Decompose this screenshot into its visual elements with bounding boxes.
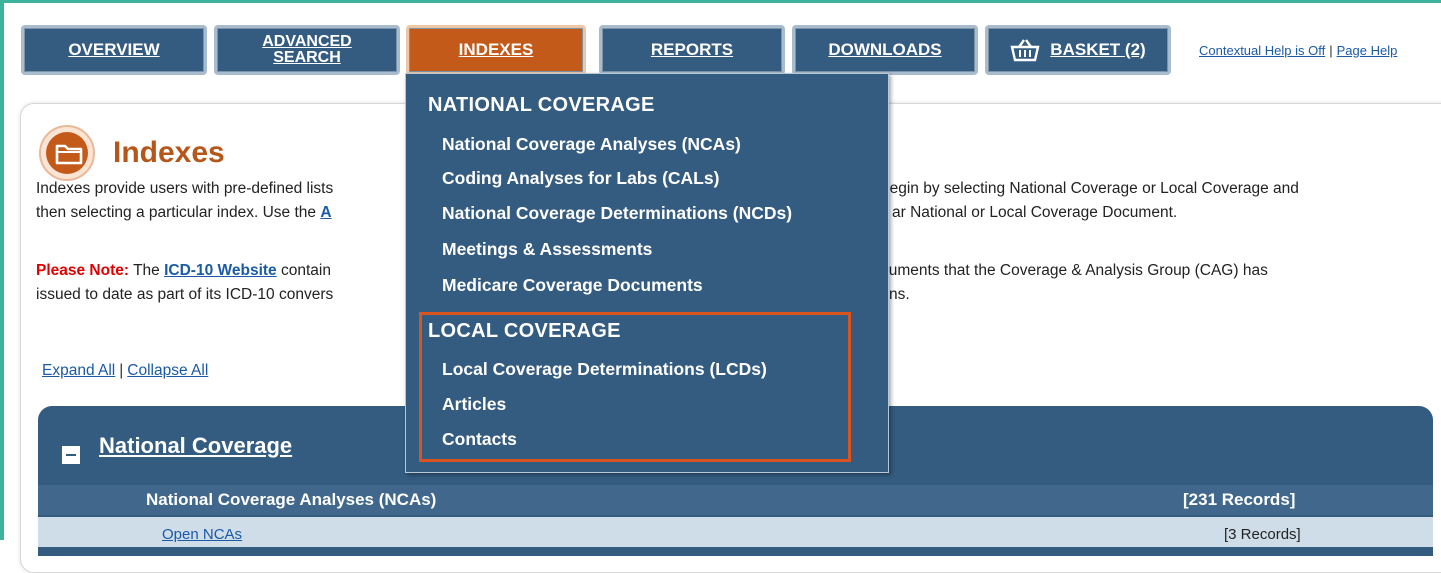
menu-item-meetings[interactable]: Meetings & Assessments <box>442 239 652 260</box>
ncas-header: National Coverage Analyses (NCAs) <box>146 490 437 509</box>
national-coverage-title[interactable]: National Coverage <box>99 433 292 459</box>
note-line-1b: cuments that the Coverage & Analysis Gro… <box>881 262 1268 279</box>
ncas-record-count: [231 Records] <box>1183 490 1296 509</box>
page-help-link[interactable]: Page Help <box>1337 43 1398 58</box>
tab-advanced-search-line2: SEARCH <box>273 49 341 66</box>
expand-separator: | <box>119 362 124 379</box>
tab-basket-label: BASKET (2) <box>1050 40 1146 59</box>
table-header-row: National Coverage Analyses (NCAs) [231 R… <box>38 485 1433 515</box>
icd10-website-link[interactable]: ICD-10 Website <box>164 262 277 279</box>
menu-item-cals[interactable]: Coding Analyses for Labs (CALs) <box>442 168 719 189</box>
note-label: Please Note: <box>36 262 130 279</box>
folder-icon <box>39 125 95 181</box>
expand-all-link[interactable]: Expand All <box>42 362 115 379</box>
note-line-2b: ns. <box>889 286 910 303</box>
tab-advanced-search-line1: ADVANCED <box>262 33 352 50</box>
note-line-1a: contain <box>280 262 331 279</box>
help-separator: | <box>1329 43 1333 58</box>
advanced-search-inline-link[interactable]: A <box>320 204 331 221</box>
collapse-icon[interactable] <box>62 446 80 464</box>
open-ncas-link[interactable]: Open NCAs <box>162 526 242 543</box>
tab-indexes[interactable]: INDEXES <box>406 25 586 75</box>
contextual-help-link[interactable]: Contextual Help is Off <box>1199 43 1325 58</box>
intro-text-2b: ar National or Local Coverage Document. <box>892 204 1178 221</box>
menu-item-ncds[interactable]: National Coverage Determinations (NCDs) <box>442 203 792 224</box>
tab-advanced-search[interactable]: ADVANCED SEARCH <box>214 25 400 75</box>
note-line-1: Please Note: The ICD-10 Website contain <box>36 262 331 280</box>
intro-text-1a: Indexes provide users with pre-defined l… <box>36 180 334 197</box>
menu-item-mcds[interactable]: Medicare Coverage Documents <box>442 275 703 296</box>
intro-text-2: then selecting a particular index. Use t… <box>36 204 332 222</box>
help-links: Contextual Help is Off | Page Help <box>1199 43 1397 58</box>
tab-overview[interactable]: OVERVIEW <box>21 25 207 75</box>
basket-icon <box>1010 38 1040 62</box>
expand-collapse-links: Expand All | Collapse All <box>42 362 208 380</box>
intro-text-2a: then selecting a particular index. Use t… <box>36 204 317 221</box>
table-row: Open NCAs [3 Records] <box>38 517 1433 547</box>
note-line-2a: issued to date as part of its ICD-10 con… <box>36 286 334 303</box>
collapse-all-link[interactable]: Collapse All <box>127 362 208 379</box>
page-title: Indexes <box>113 136 225 169</box>
local-coverage-highlight-box <box>419 312 851 462</box>
open-ncas-count: [3 Records] <box>1224 526 1301 543</box>
tab-reports[interactable]: REPORTS <box>599 25 785 75</box>
tab-basket[interactable]: BASKET (2) <box>985 25 1171 75</box>
tab-downloads[interactable]: DOWNLOADS <box>792 25 978 75</box>
national-coverage-heading: NATIONAL COVERAGE <box>428 94 655 116</box>
note-the: The <box>133 262 160 279</box>
intro-text-1b: begin by selecting National Coverage or … <box>881 180 1299 197</box>
menu-item-ncas[interactable]: National Coverage Analyses (NCAs) <box>442 134 741 155</box>
